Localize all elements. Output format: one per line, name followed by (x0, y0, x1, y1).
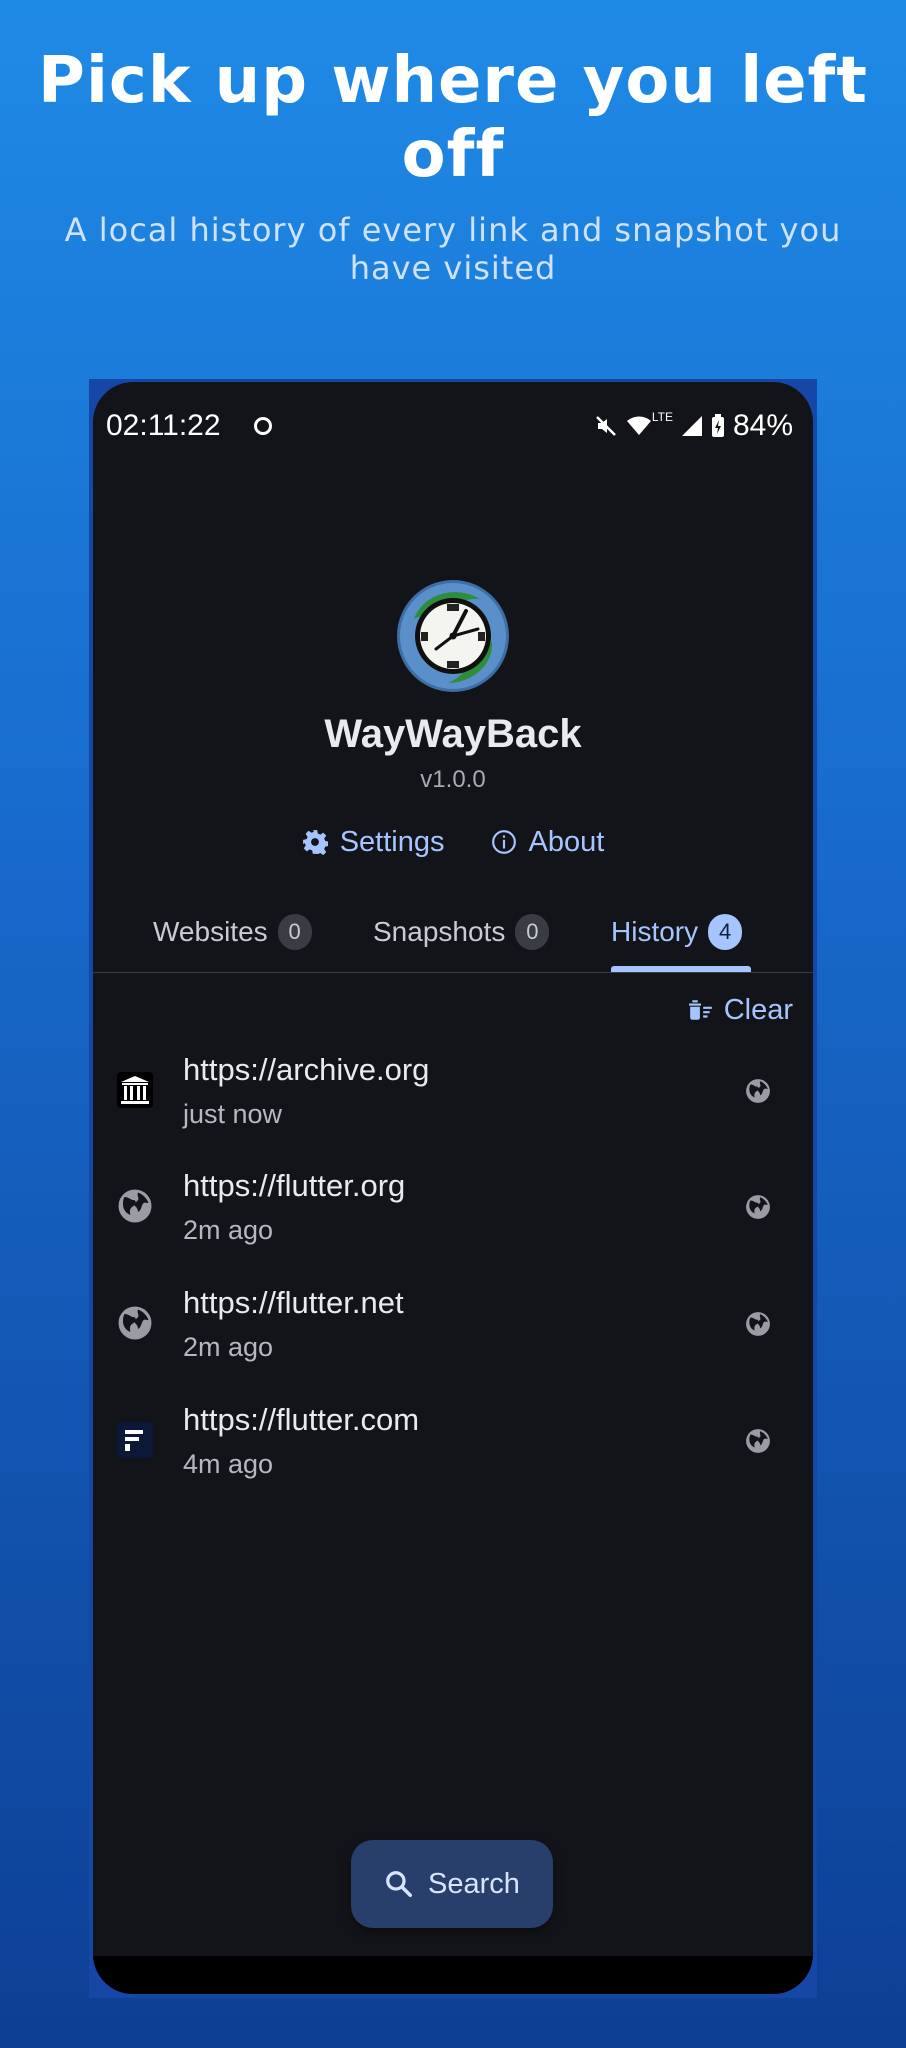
tab-count-badge: 0 (277, 914, 312, 950)
archive-icon (117, 1072, 153, 1108)
globe-icon[interactable] (745, 1078, 771, 1104)
mute-icon (595, 416, 616, 436)
about-label: About (528, 826, 605, 858)
tab-label: History (611, 916, 699, 947)
battery-percentage: 84% (732, 409, 793, 442)
wifi-icon (626, 416, 651, 435)
gear-icon (302, 830, 328, 855)
battery-icon (711, 414, 724, 437)
search-button[interactable]: Search (351, 1840, 553, 1928)
tab-count-badge: 0 (515, 914, 550, 950)
app-version: v1.0.0 (420, 766, 486, 793)
tab-history[interactable]: History 4 (611, 912, 743, 952)
status-time: 02:11:22 (106, 409, 221, 442)
globe-icon[interactable] (745, 1428, 771, 1454)
clear-label: Clear (723, 994, 793, 1026)
history-row[interactable]: https://flutter.org 2m ago (93, 1150, 813, 1266)
history-row[interactable]: https://flutter.com 4m ago (93, 1384, 813, 1500)
header-links: Settings About (93, 822, 813, 862)
promo-headline: Pick up where you left off (38, 44, 868, 192)
history-url: https://flutter.org (183, 1168, 406, 1203)
signal-icon (681, 416, 702, 436)
globe-icon (118, 1306, 152, 1340)
notification-icon (254, 417, 272, 435)
clear-history-button[interactable]: Clear (688, 990, 793, 1030)
search-icon (386, 1871, 413, 1897)
tab-snapshots[interactable]: Snapshots 0 (373, 912, 550, 952)
tab-label: Websites (153, 916, 268, 947)
settings-label: Settings (339, 826, 445, 858)
history-url: https://archive.org (183, 1052, 430, 1087)
tab-bar: Websites 0 Snapshots 0 History 4 (93, 904, 813, 973)
promo-subheadline: A local history of every link and snapsh… (64, 211, 842, 287)
history-time: 2m ago (183, 1215, 274, 1245)
delete-sweep-icon (688, 1000, 712, 1020)
tab-websites[interactable]: Websites 0 (153, 912, 312, 952)
app-logo-icon (397, 580, 509, 692)
tab-count-badge: 4 (708, 914, 743, 950)
globe-icon[interactable] (745, 1194, 771, 1220)
status-icons: LTE 84% (594, 404, 793, 448)
about-link[interactable]: About (491, 822, 605, 862)
globe-icon[interactable] (745, 1311, 771, 1337)
settings-link[interactable]: Settings (302, 822, 445, 862)
navigation-bar (93, 1956, 813, 1994)
flutter-f-icon (117, 1422, 153, 1458)
globe-icon (118, 1189, 152, 1223)
phone-screen: 02:11:22 LTE 84% WayWayBack v1.0.0 Setti… (93, 382, 813, 1994)
app-name: WayWayBack (324, 712, 582, 756)
network-type: LTE (651, 410, 673, 424)
history-time: just now (183, 1099, 283, 1129)
history-url: https://flutter.net (183, 1285, 404, 1320)
search-label: Search (428, 1867, 520, 1900)
history-row[interactable]: https://flutter.net 2m ago (93, 1267, 813, 1383)
status-bar: 02:11:22 LTE 84% (93, 404, 813, 448)
history-time: 2m ago (183, 1332, 274, 1362)
active-tab-indicator (611, 966, 751, 972)
history-url: https://flutter.com (183, 1402, 420, 1437)
history-time: 4m ago (183, 1449, 274, 1479)
history-row[interactable]: https://archive.org just now (93, 1034, 813, 1150)
tab-label: Snapshots (373, 916, 506, 947)
info-icon (491, 830, 516, 854)
